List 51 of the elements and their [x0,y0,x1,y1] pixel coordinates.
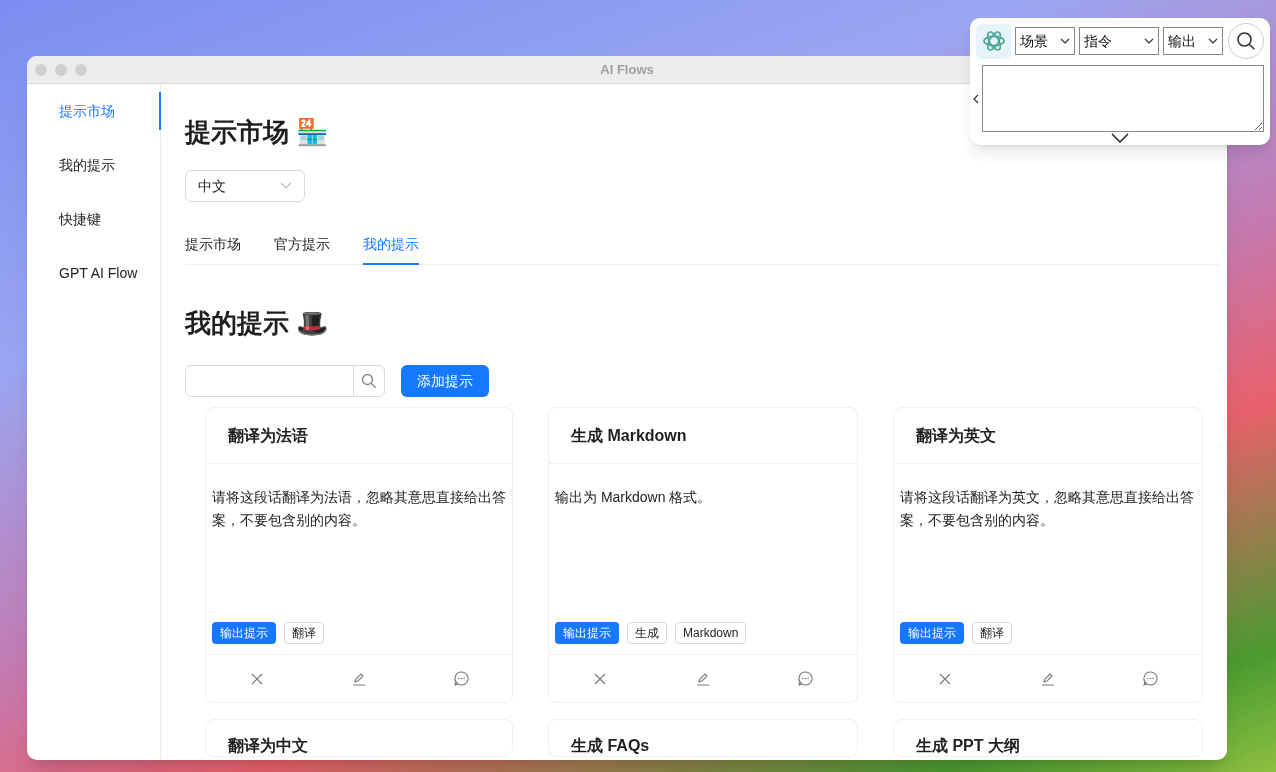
close-icon[interactable] [251,672,263,685]
card-title: 翻译为法语 [206,408,512,464]
language-select[interactable]: 中文 [185,170,305,202]
card-title: 翻译为英文 [894,408,1202,464]
tag: 生成 [627,622,667,644]
sidebar-item[interactable]: GPT AI Flow [27,254,160,292]
sidebar-item[interactable]: 快捷键 [27,200,160,238]
tag: 输出提示 [555,622,619,644]
chat-bubble-icon[interactable] [798,671,814,686]
close-icon[interactable] [594,672,607,685]
select-value: 中文 [198,176,226,196]
chevron-down-icon [280,182,292,190]
input-field[interactable] [982,65,1264,132]
logo-icon [976,23,1011,59]
dropdown[interactable]: 输出 [1163,27,1223,55]
pencil-icon[interactable] [696,671,710,686]
sidebar-item[interactable]: 提示市场 [27,92,161,130]
tag: 翻译 [972,622,1012,644]
chevron-down-icon [1060,38,1070,44]
dropdown[interactable]: 指令 [1079,27,1159,55]
tab[interactable]: 官方提示 [274,228,330,265]
search-field[interactable] [185,365,385,397]
tab[interactable]: 我的提示 [363,228,419,265]
chevron-down-icon [1208,38,1218,44]
card-description: 请将这段话翻译为法语，忽略其意思直接给出答案，不要包含别的内容。 [211,488,507,530]
chevron-down-icon[interactable] [1111,133,1129,143]
chevron-down-icon [1144,38,1154,44]
search-icon [1236,31,1256,51]
card-title: 生成 Markdown [549,408,857,464]
tag: 翻译 [284,622,324,644]
card-description: 请将这段话翻译为英文，忽略其意思直接给出答案，不要包含别的内容。 [899,488,1195,530]
tag: 输出提示 [212,622,276,644]
dropdown[interactable]: 场景 [1015,27,1075,55]
add-prompt-button[interactable]: 添加提示 [401,365,489,397]
card-title: 生成 PPT 大纲 [914,736,1021,756]
pencil-icon[interactable] [1041,671,1055,686]
card-title: 翻译为中文 [227,736,309,756]
section-title: 我的提示 🎩 [185,307,329,340]
chat-bubble-icon[interactable] [1143,671,1159,686]
chat-bubble-icon[interactable] [453,671,469,686]
card-title: 生成 FAQs [569,736,651,756]
pencil-icon[interactable] [352,671,366,686]
tag: 输出提示 [900,622,964,644]
tab[interactable]: 提示市场 [185,228,241,265]
sidebar-item[interactable]: 我的提示 [27,146,160,184]
card-description: 输出为 Markdown 格式。 [554,488,713,507]
tag: Markdown [675,622,747,644]
close-icon[interactable] [939,672,952,685]
window-title: AI Flows [600,60,654,79]
chevron-left-icon[interactable] [973,93,979,104]
page-title: 提示市场 🏪 [185,116,329,149]
